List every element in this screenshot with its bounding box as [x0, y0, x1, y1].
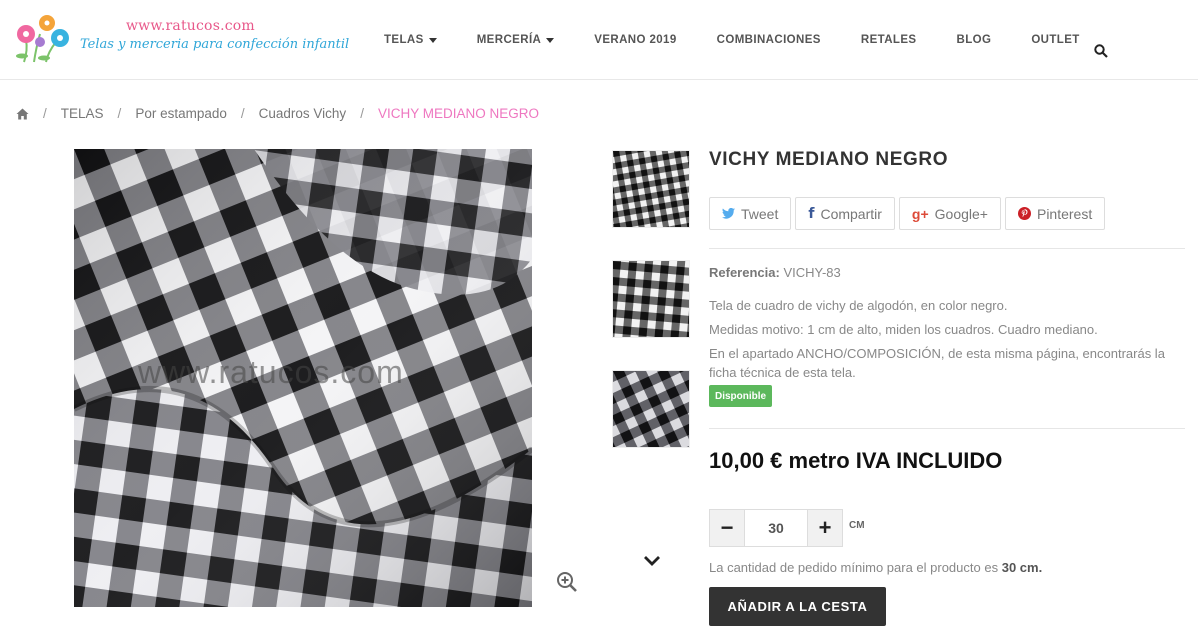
caret-down-icon [428, 37, 437, 43]
min-note-text: La cantidad de pedido mínimo para el pro… [709, 560, 999, 575]
site-logo[interactable]: www.ratucos.com Telas y merceria para co… [14, 12, 349, 68]
thumbnail-image [613, 151, 689, 227]
thumbnail-3[interactable] [612, 370, 690, 448]
nav-item-label: VERANO 2019 [594, 34, 677, 46]
nav-item-label: OUTLET [1031, 34, 1080, 46]
quantity-increase-button[interactable]: + [808, 510, 842, 546]
quantity-input[interactable] [744, 510, 808, 546]
facebook-icon: f [808, 205, 815, 222]
section-divider [709, 248, 1185, 249]
nav-item-combinaciones[interactable]: COMBINACIONES [717, 34, 821, 46]
quantity-stepper: − + [709, 509, 843, 547]
thumbnail-1[interactable] [612, 150, 690, 228]
search-icon[interactable] [1094, 44, 1108, 58]
flowers-logo-icon [16, 15, 69, 63]
google-plus-icon: g+ [911, 205, 929, 222]
image-watermark: www.ratucos.com [138, 354, 404, 390]
breadcrumb-separator: / [360, 106, 364, 121]
google-plus-button[interactable]: g+ Google+ [898, 197, 1001, 230]
add-to-cart-button[interactable]: AÑADIR A LA CESTA [709, 587, 886, 626]
nav-item-outlet[interactable]: OUTLET [1031, 34, 1079, 46]
nav-item-label: MERCERÍA [476, 34, 542, 46]
breadcrumb-item-telas[interactable]: TELAS [61, 106, 104, 121]
logo-url-text: www.ratucos.com [126, 18, 255, 34]
thumbnail-image [613, 371, 689, 447]
chevron-down-icon[interactable] [642, 552, 662, 570]
reference-value: VICHY-83 [783, 265, 841, 280]
breadcrumb-separator: / [240, 106, 245, 121]
home-icon[interactable] [16, 108, 29, 120]
description-line: Medidas motivo: 1 cm de alto, miden los … [709, 322, 1098, 337]
quantity-unit: CM [849, 520, 865, 531]
facebook-label: Compartir [820, 205, 882, 222]
caret-down-icon [546, 37, 555, 43]
nav-item-blog[interactable]: BLOG [957, 34, 992, 46]
social-share-buttons: Tweet f Compartir g+ Google+ Pinterest [709, 197, 1109, 230]
tweet-label: Tweet [741, 205, 779, 222]
tweet-button[interactable]: Tweet [709, 197, 792, 230]
main-nav: TELAS MERCERÍA VERANO 2019 COMBINACIONES… [384, 0, 1120, 80]
google-plus-label: Google+ [934, 205, 988, 222]
site-header: www.ratucos.com Telas y merceria para co… [0, 0, 1198, 80]
nav-item-label: TELAS [384, 34, 424, 46]
product-price: 10,00 € metro IVA INCLUIDO [709, 448, 1003, 473]
breadcrumb-separator: / [117, 106, 122, 121]
nav-item-verano-2019[interactable]: VERANO 2019 [594, 34, 676, 46]
facebook-share-button[interactable]: f Compartir [795, 197, 895, 230]
section-divider [709, 428, 1185, 429]
logo-tagline: Telas y merceria para confección infanti… [80, 37, 350, 52]
description-line: Tela de cuadro de vichy de algodón, en c… [709, 298, 1008, 313]
breadcrumb-separator: / [43, 106, 47, 121]
product-description: Tela de cuadro de vichy de algodón, en c… [709, 294, 1179, 382]
quantity-decrease-button[interactable]: − [710, 510, 744, 546]
breadcrumb-item-cuadros-vichy[interactable]: Cuadros Vichy [259, 106, 347, 121]
breadcrumb-current: VICHY MEDIANO NEGRO [377, 106, 539, 121]
breadcrumb: / TELAS / Por estampado / Cuadros Vichy … [16, 106, 539, 121]
product-title: VICHY MEDIANO NEGRO [709, 149, 949, 170]
nav-item-label: RETALES [860, 34, 917, 46]
min-note-value: 30 cm. [1001, 560, 1043, 575]
nav-item-merceria[interactable]: MERCERÍA [477, 34, 555, 46]
nav-item-telas[interactable]: TELAS [384, 34, 437, 46]
nav-item-retales[interactable]: RETALES [861, 34, 917, 46]
breadcrumb-item-por-estampado[interactable]: Por estampado [135, 106, 227, 121]
pinterest-button[interactable]: Pinterest [1004, 197, 1106, 230]
zoom-in-icon[interactable] [556, 571, 578, 593]
thumbnail-image [613, 261, 689, 337]
reference-label: Referencia: [709, 265, 780, 280]
product-main-image[interactable]: www.ratucos.com [74, 149, 532, 607]
thumbnail-2[interactable] [612, 260, 690, 338]
nav-item-label: COMBINACIONES [716, 34, 821, 46]
product-reference: Referencia: VICHY-83 [709, 265, 841, 280]
twitter-icon [722, 208, 735, 219]
pinterest-icon [1017, 207, 1031, 220]
minimum-order-note: La cantidad de pedido mínimo para el pro… [709, 560, 1042, 575]
nav-item-label: BLOG [956, 34, 992, 46]
availability-badge: Disponible [709, 385, 773, 407]
description-line: En el apartado ANCHO/COMPOSICIÓN, de est… [709, 346, 1165, 380]
pinterest-label: Pinterest [1036, 205, 1093, 222]
